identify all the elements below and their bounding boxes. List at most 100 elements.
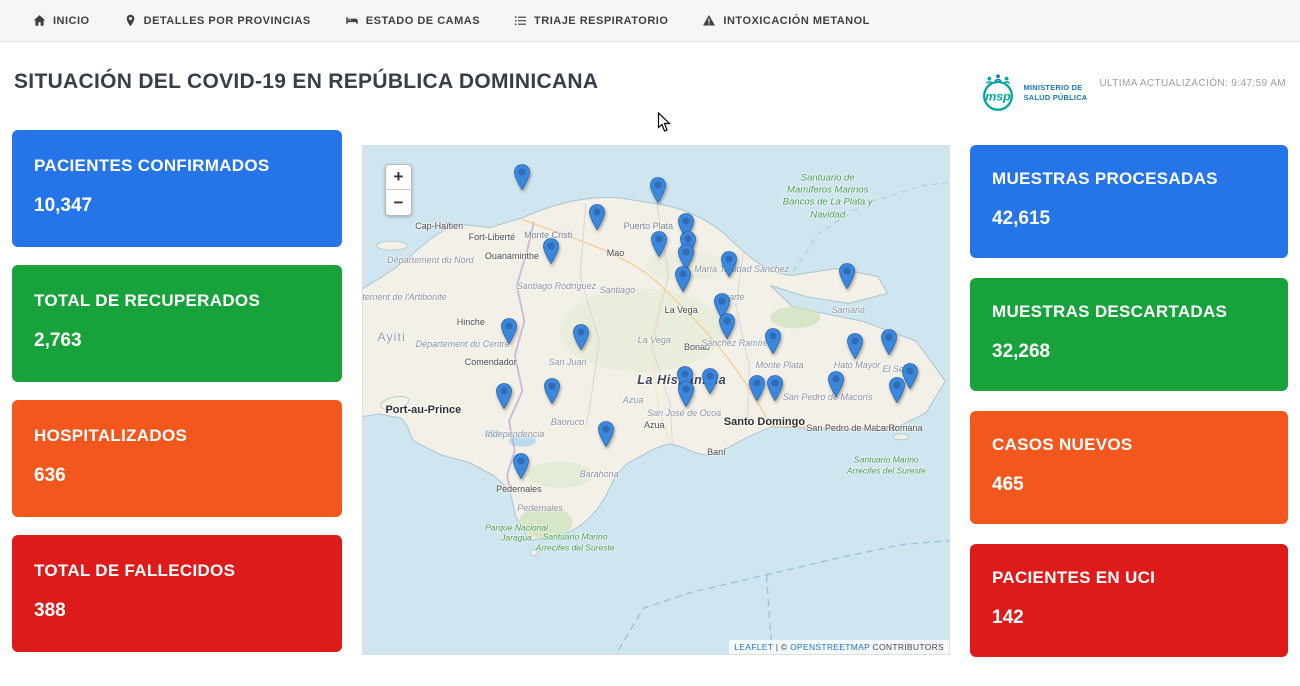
map-marker[interactable]	[496, 383, 512, 409]
map-marker[interactable]	[767, 375, 783, 401]
nav-item-triaje-respiratorio[interactable]: TRIAJE RESPIRATORIO	[497, 0, 685, 41]
main-content: PACIENTES CONFIRMADOS 10,347 TOTAL DE RE…	[0, 120, 1300, 657]
stat-card-total-fallecidos: TOTAL DE FALLECIDOS 388	[12, 535, 342, 652]
map-label: Baoruco	[551, 417, 585, 427]
stat-value: 636	[34, 465, 320, 487]
map-marker[interactable]	[675, 266, 691, 292]
stat-label: PACIENTES CONFIRMADOS	[34, 156, 320, 176]
stat-value: 388	[34, 600, 320, 622]
map-label: Ayiti	[377, 330, 405, 344]
nav-label: DETALLES POR PROVINCIAS	[144, 15, 311, 27]
stat-label: TOTAL DE FALLECIDOS	[34, 561, 320, 581]
map-label: La Vega	[665, 305, 698, 315]
map-attribution: LEAFLET | © OPENSTREETMAP CONTRIBUTORS	[729, 640, 949, 654]
map-label: Independencia	[485, 429, 544, 439]
page-title: SITUACIÓN DEL COVID-19 EN REPÚBLICA DOMI…	[14, 70, 598, 94]
map-label: Santiago Rodríguez	[517, 281, 597, 291]
map-label: Pedernales	[496, 484, 542, 494]
nav-label: INICIO	[53, 15, 90, 27]
map-label: La Romana	[876, 423, 923, 433]
map-label: María Trinidad Sánchez	[694, 264, 789, 274]
stat-value: 142	[992, 607, 1266, 629]
map-marker[interactable]	[514, 164, 530, 190]
nav-label: ESTADO DE CAMAS	[366, 15, 480, 27]
map-marker[interactable]	[543, 238, 559, 264]
map-label: Département du Centre	[416, 339, 510, 349]
map-label: Hato Mayor	[834, 360, 881, 370]
msp-logo: msp MINISTERIO DE SALUD PÚBLICA	[977, 72, 1088, 114]
map-label: Barahona	[580, 469, 619, 479]
map-marker[interactable]	[651, 231, 667, 257]
map[interactable]: Cap-HaïtienFort-LibertéOuanamintheMonte …	[362, 145, 950, 655]
map-marker[interactable]	[749, 375, 765, 401]
map-marker[interactable]	[589, 204, 605, 230]
stat-label: TOTAL DE RECUPERADOS	[34, 291, 320, 311]
nav-item-detalles-por-provincias[interactable]: DETALLES POR PROVINCIAS	[107, 0, 328, 41]
stat-label: CASOS NUEVOS	[992, 435, 1266, 455]
map-marker[interactable]	[544, 378, 560, 404]
stat-label: HOSPITALIZADOS	[34, 426, 320, 446]
stat-label: PACIENTES EN UCI	[992, 568, 1266, 588]
map-label: Azua	[623, 395, 644, 405]
map-marker[interactable]	[702, 368, 718, 394]
zoom-in-button[interactable]: +	[386, 165, 411, 190]
map-label: Samaná	[831, 305, 865, 315]
openstreetmap-link[interactable]: OPENSTREETMAP	[790, 642, 870, 652]
stat-value: 42,615	[992, 208, 1266, 230]
map-marker[interactable]	[573, 324, 589, 350]
msp-logo-icon: msp	[977, 72, 1019, 114]
map-label: La Vega	[638, 335, 671, 345]
stats-column-right: MUESTRAS PROCESADAS 42,615 MUESTRAS DESC…	[970, 130, 1288, 657]
map-canvas: Cap-HaïtienFort-LibertéOuanamintheMonte …	[363, 146, 949, 654]
map-marker[interactable]	[881, 329, 897, 355]
map-marker[interactable]	[765, 328, 781, 354]
map-marker[interactable]	[889, 377, 905, 403]
map-marker[interactable]	[719, 313, 735, 339]
stat-label: MUESTRAS PROCESADAS	[992, 169, 1266, 189]
map-label: Santuario Marino Arrecifes del Sureste	[533, 532, 617, 553]
zoom-out-button[interactable]: −	[386, 190, 411, 215]
map-label: Sánchez Ramírez	[701, 338, 773, 348]
map-label: Mao	[607, 248, 625, 258]
stat-card-muestras-procesadas: MUESTRAS PROCESADAS 42,615	[970, 145, 1288, 258]
nav-item-estado-de-camas[interactable]: ESTADO DE CAMAS	[328, 0, 497, 41]
nav-label: TRIAJE RESPIRATORIO	[534, 15, 668, 27]
map-label: San Juan	[548, 357, 586, 367]
map-label: Santuario Marino Arrecifes del Sureste	[844, 454, 928, 475]
top-nav: INICIO DETALLES POR PROVINCIAS ESTADO DE…	[0, 0, 1300, 42]
stat-card-pacientes-en-uci: PACIENTES EN UCI 142	[970, 544, 1288, 657]
svg-text:msp: msp	[985, 90, 1011, 104]
map-zoom-control: + −	[385, 164, 412, 216]
map-marker[interactable]	[650, 177, 666, 203]
logo-line1: MINISTERIO DE	[1024, 83, 1088, 93]
attribution-suffix: CONTRIBUTORS	[870, 642, 944, 652]
nav-label: INTOXICACIÓN METANOL	[723, 15, 869, 27]
stat-card-pacientes-confirmados: PACIENTES CONFIRMADOS 10,347	[12, 130, 342, 247]
map-label: Département de l'Artibonite	[362, 292, 447, 302]
stat-label: MUESTRAS DESCARTADAS	[992, 302, 1266, 322]
map-label: Ouanaminthe	[485, 251, 539, 261]
stat-card-muestras-descartadas: MUESTRAS DESCARTADAS 32,268	[970, 278, 1288, 391]
nav-item-inicio[interactable]: INICIO	[16, 0, 107, 41]
map-marker[interactable]	[513, 453, 529, 479]
map-marker[interactable]	[501, 318, 517, 344]
leaflet-link[interactable]: LEAFLET	[734, 642, 773, 652]
list-icon	[514, 14, 527, 27]
map-marker[interactable]	[828, 371, 844, 397]
attribution-separator: | ©	[773, 642, 790, 652]
stat-card-casos-nuevos: CASOS NUEVOS 465	[970, 411, 1288, 524]
map-marker[interactable]	[598, 421, 614, 447]
header: SITUACIÓN DEL COVID-19 EN REPÚBLICA DOMI…	[0, 42, 1300, 120]
map-label: Azua	[644, 420, 665, 430]
map-marker[interactable]	[721, 251, 737, 277]
bed-icon	[345, 14, 359, 27]
map-marker[interactable]	[847, 333, 863, 359]
map-label: San José de Ocoa	[647, 408, 721, 418]
map-marker[interactable]	[839, 263, 855, 289]
warning-icon	[702, 14, 716, 27]
map-marker[interactable]	[678, 381, 694, 407]
map-label: Monte Plata	[756, 360, 804, 370]
map-label: Santiago	[600, 285, 636, 295]
map-label: Port-au-Prince	[385, 404, 461, 416]
nav-item-intoxicacion-metanol[interactable]: INTOXICACIÓN METANOL	[685, 0, 886, 41]
